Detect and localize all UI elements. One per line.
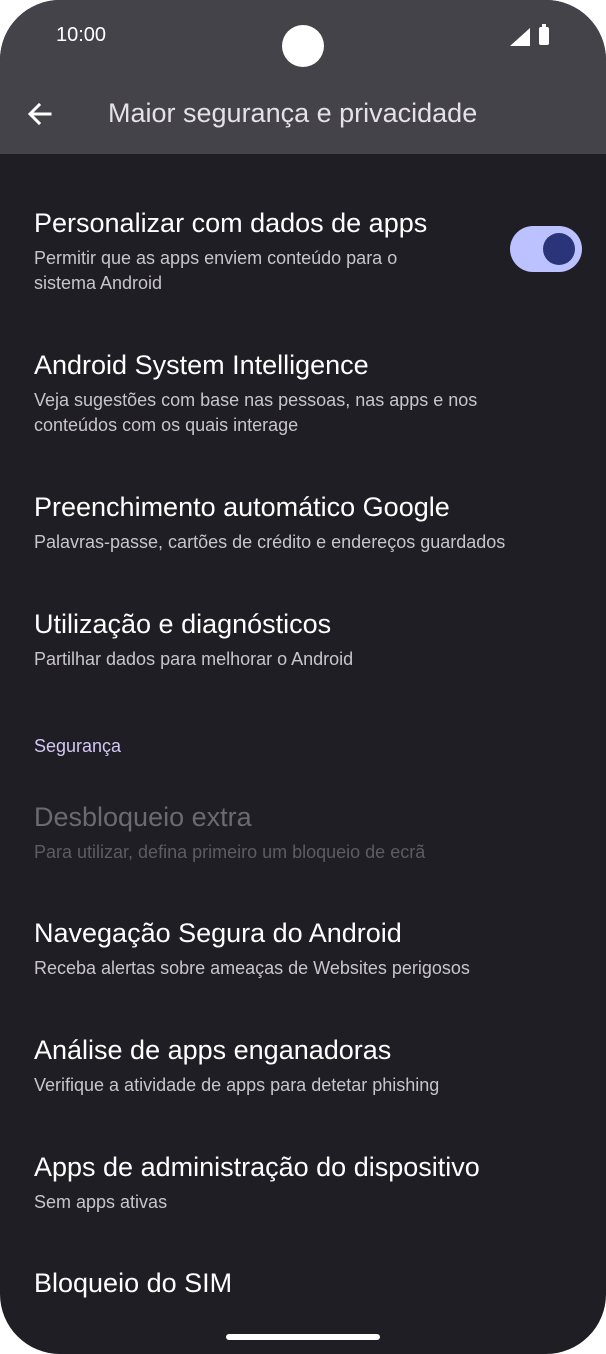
toggle-switch[interactable] (510, 226, 582, 272)
setting-summary: Receba alertas sobre ameaças de Websites… (34, 958, 470, 978)
setting-summary: Partilhar dados para melhorar o Android (34, 647, 353, 672)
summary-line: Partilhar dados para melhorar o Android (34, 649, 354, 669)
setting-summary: Verifique a atividade de apps para detet… (34, 1075, 440, 1095)
setting-sim-lock[interactable]: Bloqueio do SIM (0, 1268, 606, 1328)
setting-title: Personalizar com dados de apps (34, 208, 428, 238)
gesture-nav-handle[interactable] (226, 1334, 380, 1340)
setting-safe-browsing[interactable]: Navegação Segura do Android Receba alert… (0, 918, 606, 998)
setting-title: Análise de apps enganadoras (34, 1035, 392, 1065)
top-bar: 10:00 Maior segurança e privacidade (0, 0, 606, 154)
app-bar: Maior segurança e privacidade (0, 82, 606, 146)
setting-android-system-intelligence[interactable]: Android System Intelligence Veja sugestõ… (0, 350, 606, 450)
summary-line: sistema Android (34, 273, 163, 293)
setting-summary: Permitir que as apps enviem conteúdo par… (34, 246, 397, 296)
section-header-security: Segurança (34, 736, 122, 756)
setting-title: Bloqueio do SIM (34, 1268, 233, 1298)
summary-line: Permitir que as apps enviem conteúdo par… (34, 248, 398, 268)
setting-summary: Veja sugestões com base nas pessoas, nas… (34, 388, 477, 438)
setting-title: Android System Intelligence (34, 350, 369, 380)
setting-title: Navegação Segura do Android (34, 918, 402, 948)
page-title: Maior segurança e privacidade (108, 98, 478, 128)
setting-personalize-app-data[interactable]: Personalizar com dados de apps Permitir … (0, 208, 606, 308)
status-time: 10:00 (56, 24, 107, 46)
setting-device-admin-apps[interactable]: Apps de administração do dispositivo Sem… (0, 1152, 606, 1232)
setting-summary: Palavras-passe, cartões de crédito e end… (34, 530, 505, 555)
setting-extra-unlock: Desbloqueio extra Para utilizar, defina … (0, 802, 606, 882)
phone-screen: 10:00 Maior segurança e privacidade Pers… (0, 0, 606, 1354)
setting-summary: Para utilizar, defina primeiro um bloque… (34, 842, 426, 862)
setting-google-autofill[interactable]: Preenchimento automático Google Palavras… (0, 492, 606, 572)
status-bar: 10:00 (0, 0, 606, 80)
setting-deceptive-apps-scan[interactable]: Análise de apps enganadoras Verifique a … (0, 1035, 606, 1115)
summary-line: Palavras-passe, cartões de crédito e end… (34, 532, 506, 552)
setting-title: Desbloqueio extra (34, 802, 252, 832)
setting-summary: Sem apps ativas (34, 1192, 168, 1212)
toggle-thumb (543, 233, 575, 265)
camera-cutout (282, 25, 324, 67)
summary-line: Veja sugestões com base nas pessoas, nas… (34, 390, 478, 410)
battery-icon (539, 24, 549, 45)
setting-usage-diagnostics[interactable]: Utilização e diagnósticos Partilhar dado… (0, 609, 606, 689)
setting-title: Apps de administração do dispositivo (34, 1152, 480, 1182)
settings-list: Personalizar com dados de apps Permitir … (0, 154, 606, 1354)
arrow-back-icon[interactable] (24, 98, 56, 130)
setting-title: Utilização e diagnósticos (34, 609, 332, 639)
setting-title: Preenchimento automático Google (34, 492, 450, 522)
signal-icon (510, 28, 530, 46)
summary-line: conteúdos com os quais interage (34, 415, 299, 435)
